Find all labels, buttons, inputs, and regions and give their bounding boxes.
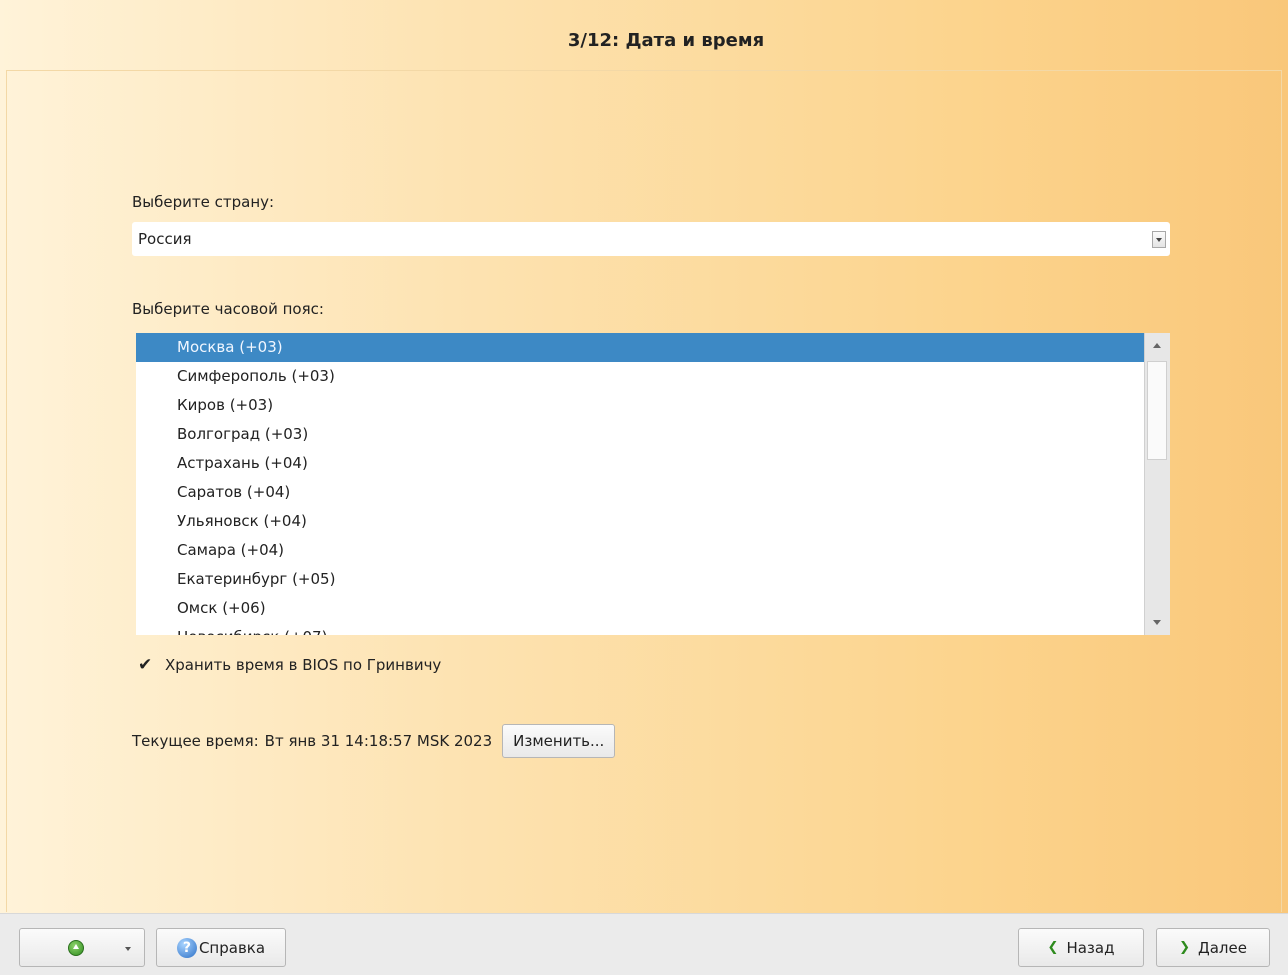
chevron-down-icon[interactable]	[1152, 231, 1166, 248]
chevron-left-icon: ❮	[1047, 940, 1059, 955]
content-frame-right	[1281, 70, 1282, 912]
timezone-item[interactable]: Саратов (+04)	[136, 478, 1144, 507]
timezone-item[interactable]: Новосибирск (+07)	[136, 623, 1144, 635]
help-button[interactable]: ? Справка	[156, 928, 286, 967]
back-button-label: Назад	[1066, 938, 1115, 957]
timezone-item[interactable]: Екатеринбург (+05)	[136, 565, 1144, 594]
chevron-down-icon[interactable]	[125, 947, 131, 951]
timezone-label: Выберите часовой пояс:	[132, 300, 324, 318]
content-frame-top	[6, 70, 1282, 71]
step-header: 3/12: Дата и время	[0, 0, 1288, 80]
green-up-arrow-icon	[68, 939, 84, 956]
bios-utc-label: Хранить время в BIOS по Гринвичу	[165, 656, 442, 674]
timezone-item[interactable]: Ульяновск (+04)	[136, 507, 1144, 536]
chevron-right-icon: ❯	[1179, 940, 1190, 955]
timezone-items: Москва (+03) Симферополь (+03) Киров (+0…	[136, 333, 1144, 635]
timezone-item[interactable]: Волгоград (+03)	[136, 420, 1144, 449]
scrollbar-thumb[interactable]	[1147, 361, 1167, 460]
current-time-value: Вт янв 31 14:18:57 MSK 2023	[264, 732, 493, 750]
current-time-row: Текущее время: Вт янв 31 14:18:57 MSK 20…	[132, 723, 616, 759]
country-select-value: Россия	[138, 230, 192, 248]
timezone-item[interactable]: Самара (+04)	[136, 536, 1144, 565]
help-icon: ?	[176, 937, 197, 958]
timezone-list[interactable]: Москва (+03) Симферополь (+03) Киров (+0…	[136, 333, 1170, 635]
timezone-item[interactable]: Симферополь (+03)	[136, 362, 1144, 391]
change-time-button[interactable]: Изменить...	[502, 724, 616, 758]
timezone-item[interactable]: Киров (+03)	[136, 391, 1144, 420]
current-time-label: Текущее время:	[132, 732, 259, 750]
checkmark-icon[interactable]: ✔	[138, 655, 156, 675]
country-select[interactable]: Россия	[132, 222, 1170, 256]
bios-utc-checkbox[interactable]: ✔ Хранить время в BIOS по Гринвичу	[138, 654, 441, 676]
back-button[interactable]: ❮ Назад	[1018, 928, 1144, 967]
content-frame-left	[6, 70, 7, 912]
timezone-item[interactable]: Москва (+03)	[136, 333, 1144, 362]
page-title: 3/12: Дата и время	[567, 29, 765, 51]
scroll-down-icon[interactable]	[1147, 609, 1167, 635]
next-button[interactable]: ❯ Далее	[1156, 928, 1270, 967]
timezone-item[interactable]: Омск (+06)	[136, 594, 1144, 623]
country-label: Выберите страну:	[132, 193, 275, 211]
help-button-label: Справка	[198, 938, 266, 957]
timezone-scrollbar[interactable]	[1144, 333, 1170, 635]
next-button-label: Далее	[1197, 938, 1247, 957]
timezone-item[interactable]: Астрахань (+04)	[136, 449, 1144, 478]
scroll-up-icon[interactable]	[1147, 333, 1167, 359]
installer-window: 3/12: Дата и время Выберите страну: Росс…	[0, 0, 1288, 975]
